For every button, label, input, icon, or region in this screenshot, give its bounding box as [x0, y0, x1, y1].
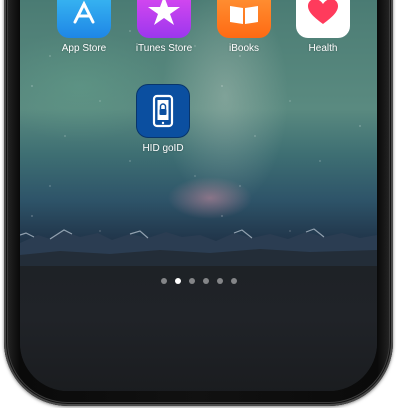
ibooks-app[interactable]: iBooks: [204, 0, 284, 55]
page-dot-2[interactable]: [174, 278, 181, 284]
app-label: iBooks: [228, 43, 259, 54]
app-label: Health: [308, 43, 338, 54]
app-store-icon: [57, 0, 111, 38]
foreground-landscape: [20, 266, 377, 391]
heart-icon: [296, 0, 350, 38]
app-label: App Store: [61, 43, 107, 54]
page-dot-1[interactable]: [160, 278, 167, 284]
page-dot-4[interactable]: [202, 278, 209, 284]
home-screen-wallpaper: [20, 0, 377, 391]
star-icon: [137, 0, 191, 38]
page-dot-5[interactable]: [216, 278, 223, 284]
health-app[interactable]: Health: [283, 0, 363, 55]
app-label: HID goID: [142, 143, 184, 154]
page-dot-3[interactable]: [188, 278, 195, 284]
page-indicator[interactable]: [0, 278, 397, 284]
phone-lock-icon: [136, 84, 190, 138]
app-label: iTunes Store: [135, 43, 193, 54]
itunes-store-app[interactable]: iTunes Store: [124, 0, 204, 55]
app-store-app[interactable]: App Store: [44, 0, 124, 55]
page-dot-6[interactable]: [230, 278, 237, 284]
open-book-icon: [217, 0, 271, 38]
hid-goid-app[interactable]: HID goID: [123, 84, 203, 155]
device-screenshot: App Store iTunes Store iBooks Health HID…: [0, 0, 397, 408]
